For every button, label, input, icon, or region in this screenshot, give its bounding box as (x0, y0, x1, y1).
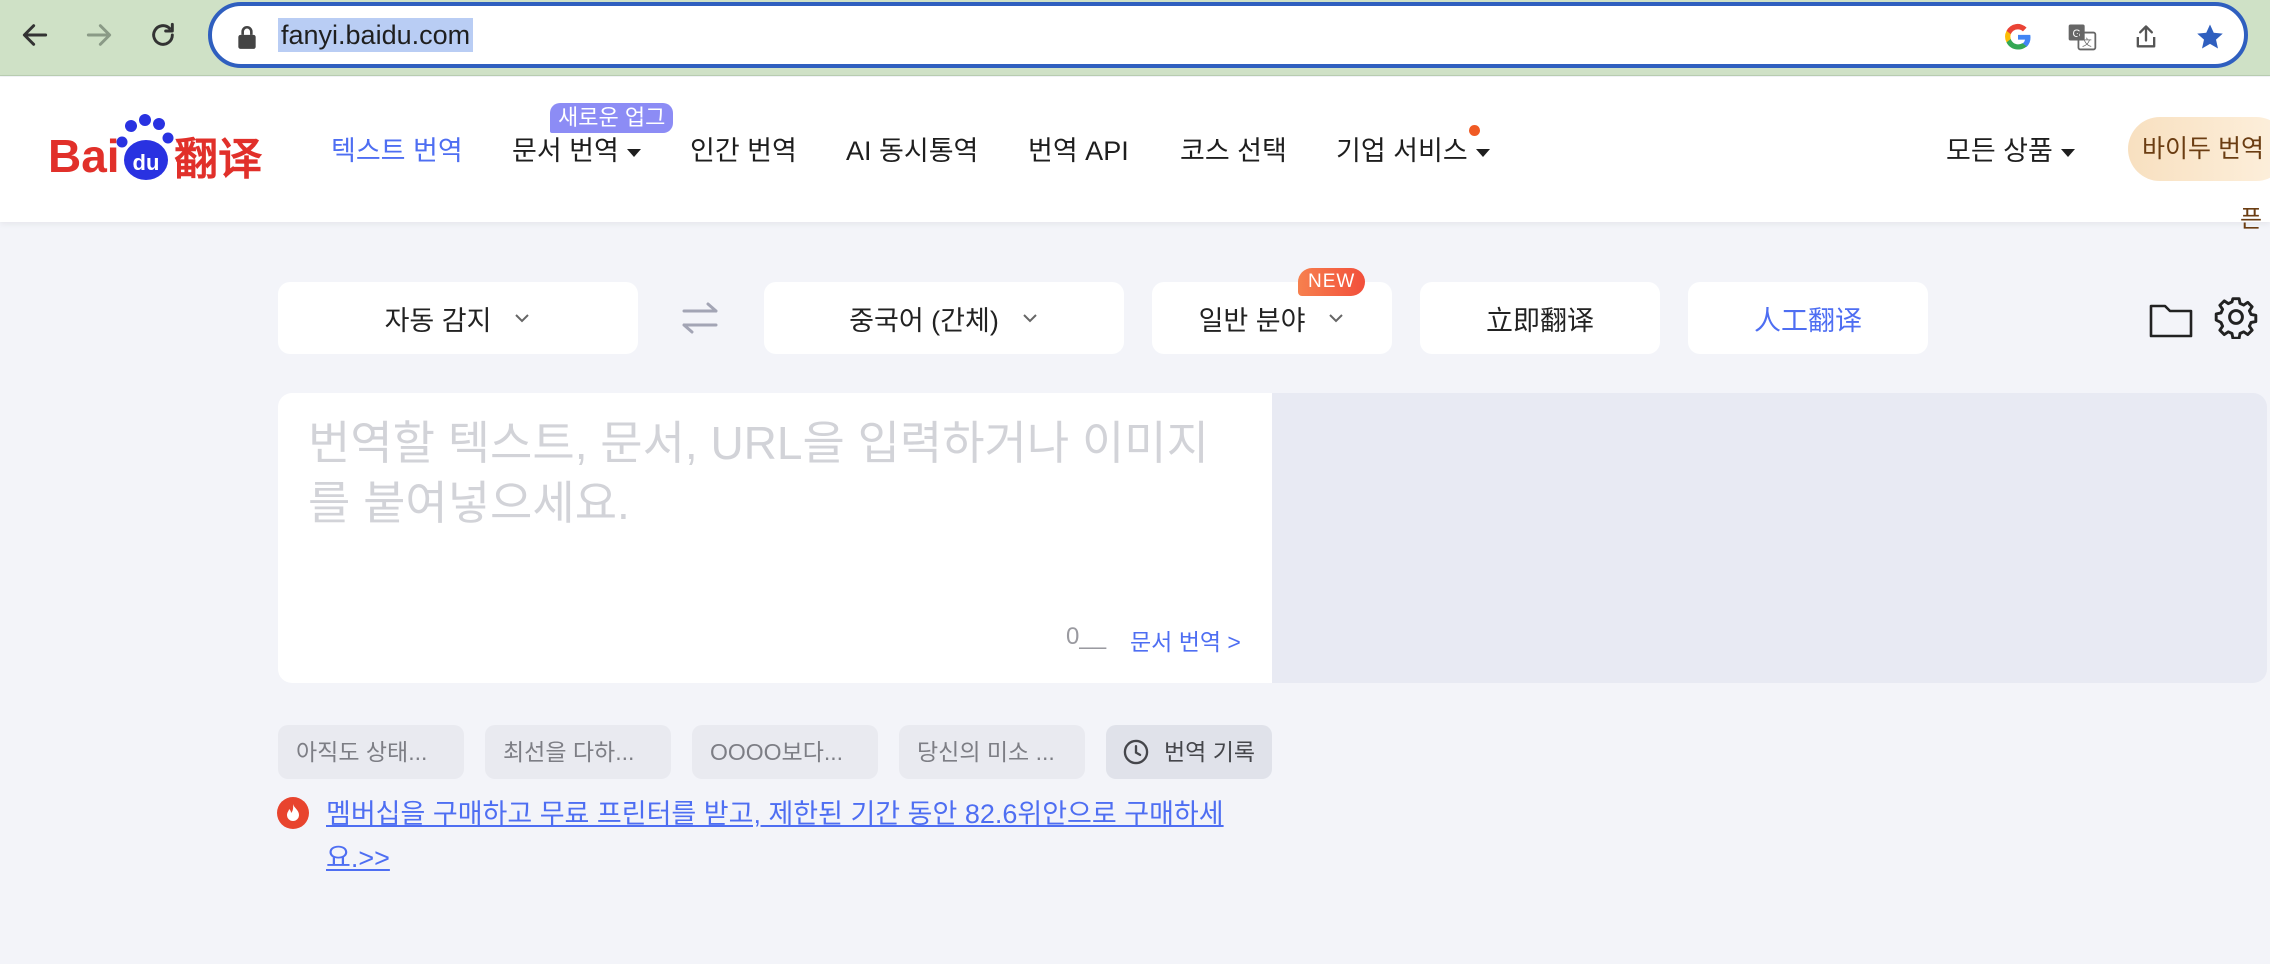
all-products-menu[interactable]: 모든 상품 (1946, 131, 2075, 171)
all-products-label: 모든 상품 (1946, 136, 2053, 166)
clock-icon (1123, 739, 1149, 765)
address-bar[interactable]: fanyi.baidu.com G文 (208, 2, 2248, 68)
source-language-select[interactable]: 자동 감지 (278, 282, 638, 354)
caret-down-icon (1475, 148, 1490, 157)
swap-languages-icon[interactable] (676, 294, 724, 342)
target-language-select[interactable]: 중국어 (간체) (764, 282, 1124, 354)
lock-icon (238, 25, 256, 49)
membership-promo-link[interactable]: 멤버십을 구매하고 무료 프린터를 받고, 제한된 기간 동안 82.6위안으로… (326, 792, 1266, 880)
browser-toolbar: fanyi.baidu.com G文 (0, 0, 2270, 76)
svg-text:翻译: 翻译 (174, 134, 263, 185)
domain-label: 일반 분야 (1198, 305, 1306, 336)
nav-enterprise-label: 기업 서비스 (1336, 136, 1468, 166)
svg-text:du: du (133, 150, 160, 175)
notification-dot (1469, 125, 1480, 136)
svg-text:文: 文 (2082, 36, 2092, 49)
nav-human-translate[interactable]: 인간 번역 (690, 131, 797, 171)
history-chip[interactable]: 당신의 미소 ... (899, 725, 1085, 779)
reload-button[interactable] (138, 10, 188, 60)
edge-label: 픈 (2240, 206, 2263, 233)
url-text[interactable]: fanyi.baidu.com (278, 18, 474, 52)
char-counter: 0__ (1066, 623, 1107, 650)
gear-icon[interactable] (2214, 295, 2258, 339)
nav-ai-interpretation[interactable]: AI 동시통역 (846, 131, 978, 171)
nav-translate-api[interactable]: 번역 API (1028, 131, 1129, 171)
reload-icon (152, 22, 174, 46)
baidu-translate-logo[interactable]: Bai du 翻译 (48, 112, 278, 192)
translation-output-area (1272, 393, 2267, 683)
google-icon[interactable] (2000, 19, 2036, 55)
upgrade-badge: 새로운 업그 (550, 103, 674, 133)
nav-doc-translate-label: 문서 번역 (512, 136, 619, 166)
translate-page-icon[interactable]: G文 (2064, 19, 2100, 55)
nav-doc-translate[interactable]: 문서 번역 (512, 131, 641, 171)
target-language-label: 중국어 (간체) (849, 305, 999, 336)
arrow-left-icon (22, 24, 48, 46)
share-icon[interactable] (2128, 19, 2164, 55)
chevron-down-icon (515, 314, 530, 323)
forward-button[interactable] (74, 10, 124, 60)
svg-text:G: G (2073, 28, 2081, 40)
site-header: Bai du 翻译 텍스트 번역 문서 번역 인간 번역 AI 동시통역 번역 … (0, 77, 2270, 233)
source-placeholder: 번역할 텍스트, 문서, URL을 입력하거나 이미지를 붙여넣으세요. (308, 417, 1209, 529)
nav-course-select[interactable]: 코스 선택 (1180, 131, 1287, 171)
doc-translate-link[interactable]: 문서 번역 > (1130, 623, 1241, 657)
nav-text-translate[interactable]: 텍스트 번역 (331, 131, 463, 171)
history-chip[interactable]: 아직도 상태... (278, 725, 464, 779)
folder-icon[interactable] (2148, 300, 2194, 340)
baidu-translate-button[interactable]: 바이두 번역 (2128, 117, 2270, 181)
instant-translate-button[interactable]: 立即翻译 (1420, 282, 1660, 354)
svg-text:Bai: Bai (48, 130, 120, 182)
history-chip[interactable]: OOOO보다... (692, 725, 878, 779)
new-tag: NEW (1298, 268, 1366, 296)
source-language-label: 자동 감지 (384, 305, 492, 336)
back-button[interactable] (10, 10, 60, 60)
arrow-right-icon (86, 24, 112, 46)
source-text-area[interactable]: 번역할 텍스트, 문서, URL을 입력하거나 이미지를 붙여넣으세요. 0__… (278, 393, 1272, 683)
chevron-down-icon (1329, 314, 1344, 323)
nav-enterprise-service[interactable]: 기업 서비스 (1336, 131, 1490, 171)
caret-down-icon (2060, 148, 2075, 157)
caret-down-icon (626, 148, 641, 157)
history-chip[interactable]: 최선을 다하... (485, 725, 671, 779)
human-translate-button[interactable]: 人工翻译 (1688, 282, 1928, 354)
chevron-down-icon (1023, 314, 1037, 323)
fire-icon (277, 797, 309, 829)
bookmark-star-icon[interactable] (2192, 19, 2228, 55)
